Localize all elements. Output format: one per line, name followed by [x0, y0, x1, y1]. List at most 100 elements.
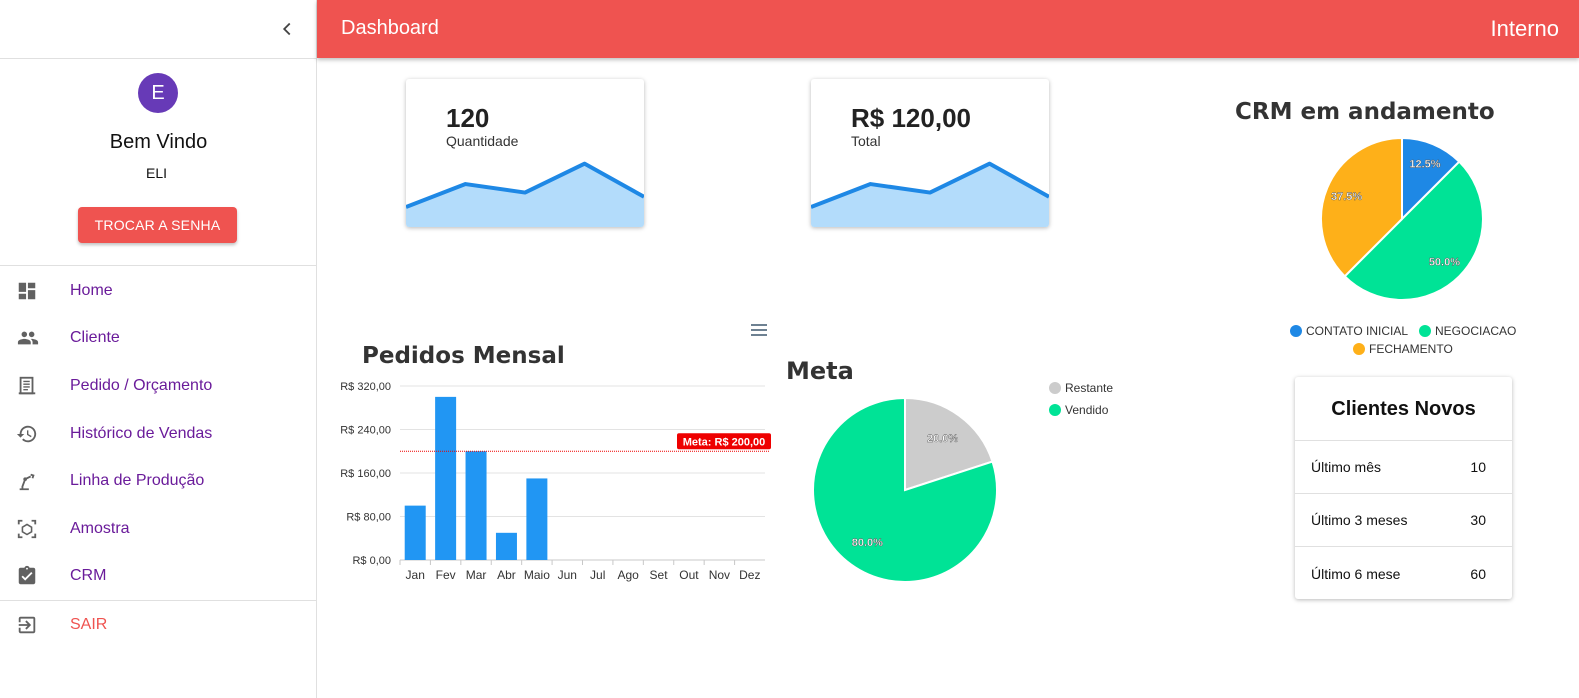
- page-title: Dashboard: [341, 17, 439, 39]
- username: ELI: [145, 165, 167, 181]
- sidebar-item-home[interactable]: Home: [0, 267, 316, 315]
- x-tick-label: Maio: [524, 568, 550, 582]
- bar-maio: [526, 478, 548, 560]
- row-label: Último 6 mese: [1311, 565, 1401, 582]
- legend-item-restante[interactable]: Restante: [1049, 381, 1113, 395]
- pie-value-label: 20.0%: [927, 433, 958, 445]
- row-value: 10: [1470, 459, 1486, 475]
- stat-caption: Quantidade: [446, 133, 519, 149]
- x-tick-label: Jan: [406, 568, 425, 582]
- row-label: Último mês: [1311, 459, 1382, 475]
- x-tick-label: Dez: [739, 568, 760, 582]
- stat-value: R$ 120,00: [851, 103, 971, 133]
- clipboard-check-icon: [0, 565, 70, 587]
- bar-mar: [465, 451, 487, 560]
- legend-marker: [1049, 404, 1061, 416]
- legend-label: FECHAMENTO: [1369, 342, 1453, 356]
- logout-label: SAIR: [70, 615, 108, 633]
- new-clients-title: Clientes Novos: [1295, 377, 1512, 441]
- legend-item-negociacao[interactable]: NEGOCIACAO: [1419, 324, 1516, 338]
- people-icon: [0, 327, 70, 349]
- meta-chart-title: Meta: [786, 357, 854, 385]
- legend-item-contato-inicial[interactable]: CONTATO INICIAL: [1290, 324, 1408, 338]
- row-label: Último 3 meses: [1311, 512, 1408, 528]
- legend-marker: [1049, 382, 1061, 394]
- sidebar: E Bem Vindo ELI TROCAR A SENHA Home Clie…: [0, 0, 317, 698]
- chevron-left-icon[interactable]: [276, 18, 298, 40]
- receipt-icon: [0, 375, 70, 397]
- welcome-text: Bem Vindo: [109, 131, 208, 153]
- sidebar-item-label: Histórico de Vendas: [70, 424, 213, 442]
- table-row: Último 3 meses 30: [1295, 494, 1512, 547]
- logout-icon: [0, 614, 70, 636]
- crm-pie-chart: 12.5% 50.0% 37.5%: [1320, 136, 1484, 301]
- sidebar-item-label: CRM: [70, 567, 107, 585]
- x-tick-label: Set: [650, 568, 669, 582]
- sidebar-item-linha-producao[interactable]: Linha de Produção: [0, 457, 316, 505]
- sidebar-item-amostra[interactable]: Amostra: [0, 505, 316, 553]
- legend-marker: [1353, 343, 1365, 355]
- y-tick-label: R$ 80,00: [346, 512, 391, 524]
- legend-label: Restante: [1065, 381, 1114, 395]
- x-tick-label: Abr: [497, 568, 516, 582]
- bar-chart-title: Pedidos Mensal: [362, 343, 565, 369]
- top-bar: Dashboard Interno: [317, 0, 1579, 58]
- sidebar-item-label: Linha de Produção: [70, 472, 205, 490]
- legend-item-vendido[interactable]: Vendido: [1049, 403, 1108, 417]
- sparkline-chart: [811, 161, 1049, 227]
- robot-arm-icon: [0, 470, 70, 492]
- table-row: Último 6 mese 60: [1295, 547, 1512, 600]
- crm-chart-title: CRM em andamento: [1235, 99, 1495, 125]
- nav-menu: Home Cliente Pedido / Orçamento Históric…: [0, 267, 316, 649]
- logout-button[interactable]: SAIR: [0, 601, 316, 649]
- chart-menu-icon[interactable]: [750, 323, 768, 337]
- pie-value-label: 37.5%: [1331, 191, 1362, 203]
- stat-card-total: R$ 120,00 Total: [811, 79, 1049, 227]
- pie-value-label: 12.5%: [1409, 159, 1440, 171]
- profile-section: E Bem Vindo ELI TROCAR A SENHA: [0, 59, 316, 266]
- x-tick-label: Nov: [709, 568, 730, 582]
- new-clients-card: Clientes Novos Último mês 10 Último 3 me…: [1295, 377, 1512, 599]
- pie-value-label: 50.0%: [1429, 256, 1460, 268]
- sidebar-item-crm[interactable]: CRM: [0, 553, 316, 601]
- row-value: 60: [1470, 565, 1486, 582]
- stat-caption: Total: [851, 133, 881, 149]
- legend-item-fechamento[interactable]: FECHAMENTO: [1353, 342, 1453, 356]
- table-row: Último mês 10: [1295, 441, 1512, 494]
- legend-marker: [1290, 325, 1302, 337]
- bar-fev: [435, 396, 457, 560]
- x-tick-label: Jul: [590, 568, 605, 582]
- sidebar-item-cliente[interactable]: Cliente: [0, 315, 316, 363]
- legend-label: Vendido: [1065, 403, 1109, 417]
- y-tick-label: R$ 320,00: [340, 381, 391, 393]
- sidebar-top: [0, 0, 316, 59]
- y-tick-label: R$ 160,00: [340, 468, 391, 480]
- stat-card-quantidade: 120 Quantidade: [406, 79, 644, 227]
- bar-abr: [495, 532, 517, 560]
- dashboard-icon: [0, 280, 70, 302]
- sidebar-item-label: Cliente: [70, 329, 120, 347]
- stat-value: 120: [446, 103, 490, 133]
- bar-chart: R$ 0,00 R$ 80,00 R$ 160,00 R$ 240,00 R$ 320,…: [340, 381, 771, 582]
- row-value: 30: [1470, 512, 1486, 528]
- y-tick-label: R$ 0,00: [352, 555, 391, 567]
- sparkline-chart: [406, 161, 644, 227]
- legend-marker: [1419, 325, 1431, 337]
- x-tick-label: Out: [679, 568, 699, 582]
- sidebar-item-label: Home: [70, 281, 113, 299]
- legend-label: NEGOCIACAO: [1435, 324, 1517, 338]
- bar-jan: [404, 505, 426, 560]
- sidebar-item-label: Amostra: [70, 519, 130, 537]
- environment-label: Interno: [1490, 16, 1560, 41]
- pie-value-label: 80.0%: [852, 537, 883, 549]
- x-tick-label: Mar: [466, 568, 487, 582]
- x-tick-label: Fev: [436, 568, 456, 582]
- change-password-button[interactable]: TROCAR A SENHA: [78, 207, 237, 243]
- y-tick-label: R$ 240,00: [340, 425, 391, 437]
- x-tick-label: Ago: [617, 568, 639, 582]
- sidebar-item-historico[interactable]: Histórico de Vendas: [0, 410, 316, 458]
- meta-pie-chart: 20.0% 80.0%: [812, 396, 998, 583]
- sidebar-item-pedido[interactable]: Pedido / Orçamento: [0, 362, 316, 410]
- sample-box-icon: [0, 518, 70, 540]
- avatar: E: [138, 73, 178, 113]
